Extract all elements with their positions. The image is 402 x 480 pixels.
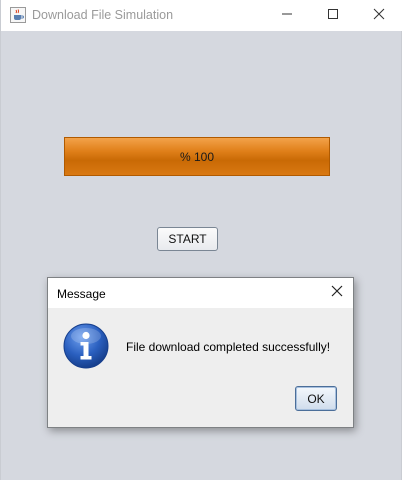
main-window: Download File Simulation % 100 START Mes… bbox=[0, 0, 402, 480]
window-title: Download File Simulation bbox=[32, 8, 174, 22]
close-button[interactable] bbox=[356, 0, 402, 31]
title-bar[interactable]: Download File Simulation bbox=[1, 0, 402, 31]
dialog-message: File download completed successfully! bbox=[126, 340, 331, 354]
download-progress-bar: % 100 bbox=[64, 137, 330, 176]
minimize-button[interactable] bbox=[264, 0, 310, 31]
close-icon bbox=[373, 7, 385, 25]
start-button[interactable]: START bbox=[157, 227, 218, 251]
dialog-body: File download completed successfully! OK bbox=[48, 308, 353, 427]
maximize-icon bbox=[327, 7, 339, 25]
java-cup-icon bbox=[10, 7, 26, 23]
message-dialog: Message File download completed successf… bbox=[47, 277, 354, 428]
progress-label: % 100 bbox=[179, 149, 215, 164]
dialog-close-button[interactable] bbox=[321, 278, 353, 308]
maximize-button[interactable] bbox=[310, 0, 356, 31]
info-icon bbox=[63, 323, 109, 369]
close-icon bbox=[331, 284, 343, 302]
dialog-title-bar[interactable]: Message bbox=[48, 278, 353, 308]
ok-button[interactable]: OK bbox=[295, 386, 337, 411]
dialog-title: Message bbox=[57, 287, 106, 301]
minimize-icon bbox=[281, 7, 293, 25]
